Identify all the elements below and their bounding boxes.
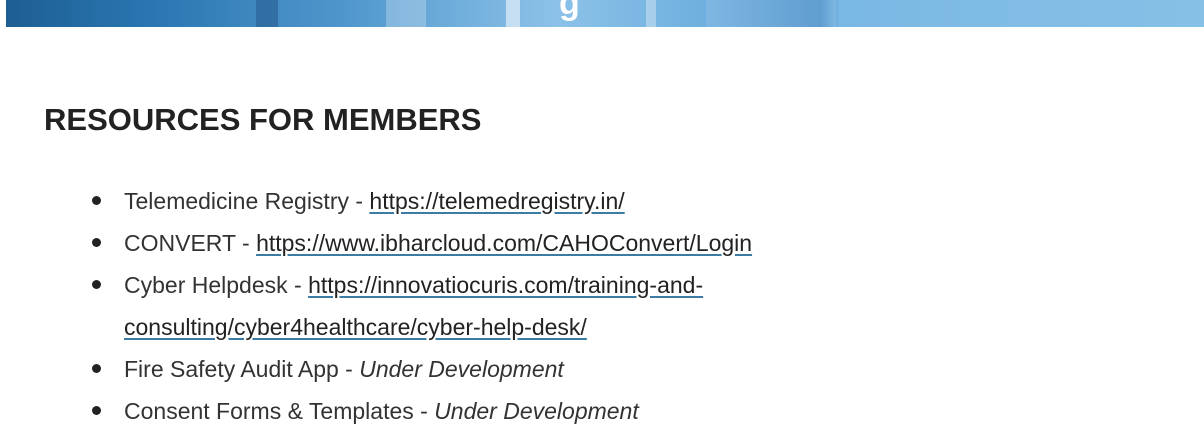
bullet-icon bbox=[92, 364, 101, 373]
status-text: Under Development bbox=[359, 356, 564, 382]
status-text: Under Development bbox=[434, 398, 639, 424]
list-item: Cyber Helpdesk - https://innovatiocuris.… bbox=[92, 264, 832, 348]
bullet-icon bbox=[92, 238, 101, 247]
bullet-icon bbox=[92, 196, 101, 205]
convert-link[interactable]: https://www.ibharcloud.com/CAHOConvert/L… bbox=[256, 230, 752, 256]
banner-streak bbox=[646, 0, 656, 27]
list-item: Telemedicine Registry - https://telemedr… bbox=[92, 180, 832, 222]
resource-label: Telemedicine Registry - bbox=[124, 188, 370, 214]
resource-label: Fire Safety Audit App - bbox=[124, 356, 360, 382]
resource-label: CONVERT - bbox=[124, 230, 257, 256]
list-item: CONVERT - https://www.ibharcloud.com/CAH… bbox=[92, 222, 832, 264]
list-item: Consent Forms & Templates - Under Develo… bbox=[92, 390, 832, 432]
list-item: Fire Safety Audit App - Under Developmen… bbox=[92, 348, 832, 390]
banner-text-fragment: g bbox=[559, 0, 580, 22]
banner-streak bbox=[706, 0, 836, 27]
resources-list: Telemedicine Registry - https://telemedr… bbox=[92, 180, 832, 432]
banner-streak bbox=[386, 0, 426, 27]
banner-streak bbox=[256, 0, 278, 27]
resource-label: Cyber Helpdesk - bbox=[124, 272, 309, 298]
bullet-icon bbox=[92, 406, 101, 415]
section-title: RESOURCES FOR MEMBERS bbox=[44, 102, 482, 137]
resource-label: Consent Forms & Templates - bbox=[124, 398, 435, 424]
telemedicine-registry-link[interactable]: https://telemedregistry.in/ bbox=[369, 188, 624, 214]
banner-streak bbox=[506, 0, 520, 27]
hero-banner: g bbox=[6, 0, 1204, 27]
bullet-icon bbox=[92, 280, 101, 289]
